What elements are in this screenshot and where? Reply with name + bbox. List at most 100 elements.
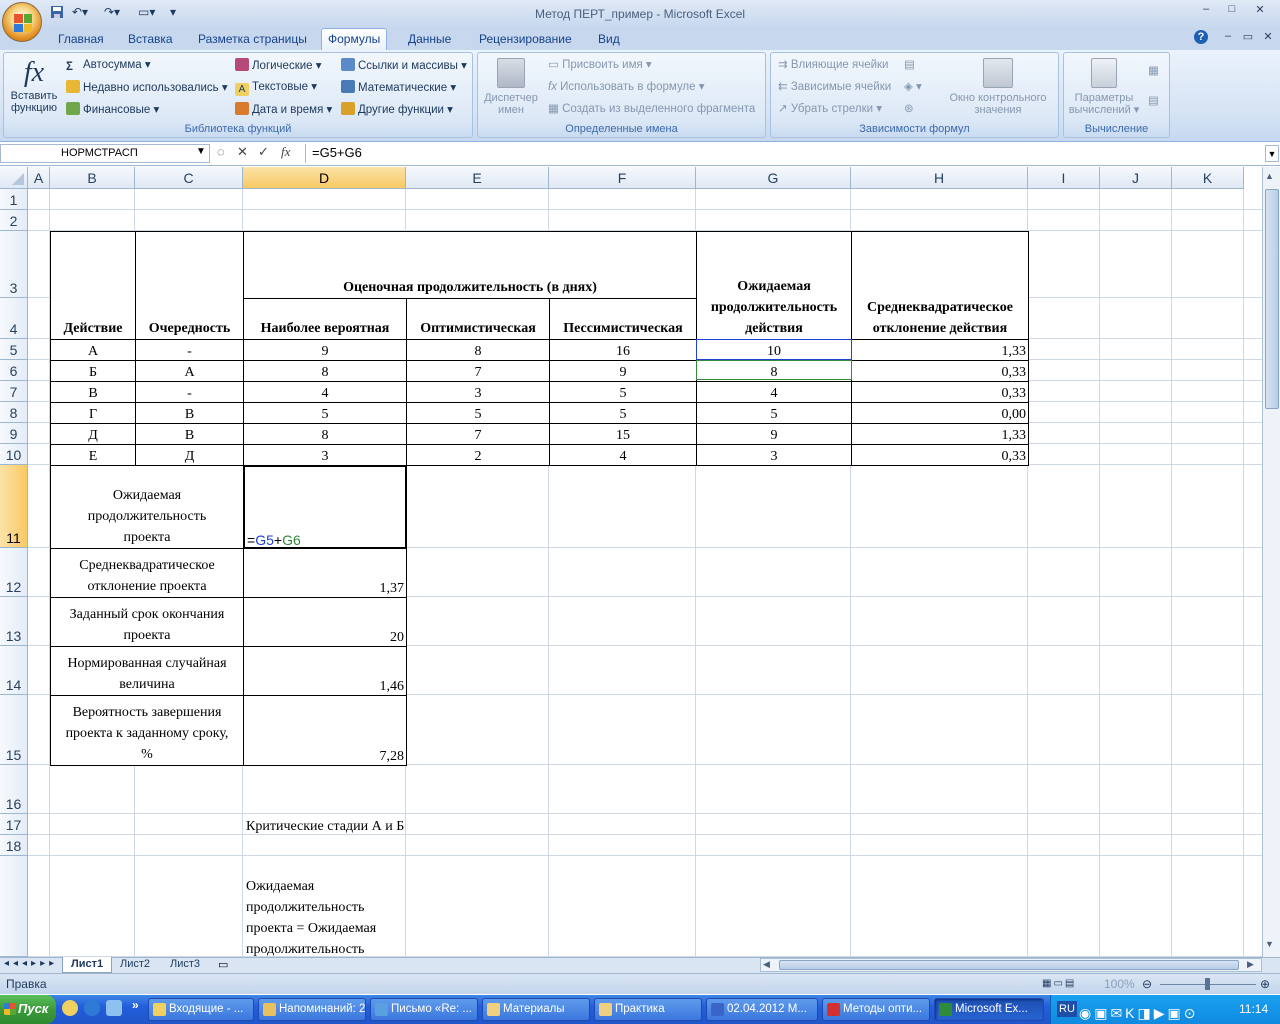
use-in-formula-button[interactable]: fx Использовать в формуле ▾ [548,80,705,94]
cell-optimistic[interactable]: 7 [406,423,550,445]
summary-label[interactable]: Заданный срок окончания проекта [50,597,244,647]
confirm-entry-icon[interactable]: ✓ [258,144,269,160]
header-order[interactable]: Очередность [135,231,244,340]
tab-page-layout[interactable]: Разметка страницы [192,30,313,50]
text-button[interactable]: A Текстовые ▾ [235,80,317,96]
summary-value[interactable]: 7,28 [243,695,407,766]
tab-view[interactable]: Вид [592,30,626,50]
cell-pessimistic[interactable]: 15 [549,423,697,445]
horizontal-scroll-thumb[interactable] [779,960,1239,970]
scroll-left-icon[interactable]: ◀ [763,959,770,970]
sheet-tab-2[interactable]: Лист2 [112,957,158,973]
summary-value[interactable]: 1,37 [243,548,407,598]
row-header-3[interactable]: 3 [0,231,28,298]
zoom-slider-thumb[interactable] [1205,978,1210,990]
row-header-16[interactable]: 16 [0,765,28,814]
insert-function-icon[interactable]: fx [281,144,290,160]
cell-action[interactable]: Д [50,423,136,445]
task-word-doc[interactable]: 02.04.2012 М... [706,998,818,1021]
cell-order[interactable]: - [135,381,244,403]
row-header-8[interactable]: 8 [0,402,28,423]
vertical-scrollbar[interactable]: ▲ ▼ [1262,167,1280,957]
row-header-14[interactable]: 14 [0,646,28,695]
task-materials[interactable]: Материалы [482,998,590,1021]
calculation-options-button[interactable]: Параметры вычислений ▾ [1066,56,1142,116]
cell-order[interactable]: В [135,423,244,445]
task-reminders[interactable]: Напоминаний: 2 [258,998,366,1021]
column-header-e[interactable]: E [406,167,549,189]
header-pessimistic[interactable]: Пессимистическая [549,298,697,340]
cell-order[interactable]: В [135,402,244,424]
row-header-17[interactable]: 17 [0,814,28,835]
sheet-tab-3[interactable]: Лист3 [162,957,208,973]
cell-expected[interactable]: 9 [696,423,852,445]
cell-pessimistic[interactable]: 5 [549,402,697,424]
define-name-button[interactable]: ▭ Присвоить имя ▾ [548,58,652,72]
watch-window-button[interactable]: Окно контрольного значения [940,56,1056,116]
create-from-selection-button[interactable]: ▦ Создать из выделенного фрагмента [548,102,755,116]
task-pdf[interactable]: Методы опти... [822,998,930,1021]
trace-precedents-button[interactable]: ⇉ Влияющие ячейки [778,58,888,72]
cell-action[interactable]: А [50,339,136,361]
scroll-right-icon[interactable]: ▶ [1247,959,1254,970]
expand-formula-bar-icon[interactable]: ▼ [1265,145,1279,162]
cell-likely[interactable]: 3 [243,444,407,466]
start-button[interactable]: Пуск [0,995,56,1024]
scroll-down-icon[interactable]: ▼ [1265,939,1274,949]
zoom-level[interactable]: 100% [1104,974,1135,994]
error-checking-icon[interactable]: ◈ ▾ [904,80,922,94]
cell-pessimistic[interactable]: 4 [549,444,697,466]
column-header-c[interactable]: C [135,167,243,189]
insert-function-button[interactable]: fx Вставить функцию [6,56,62,114]
cancel-icon[interactable]: ◌ [217,144,225,159]
row-header-2[interactable]: 2 [0,210,28,231]
trace-dependents-button[interactable]: ⇇ Зависимые ячейки [778,80,891,94]
cell-pessimistic[interactable]: 5 [549,381,697,403]
row-header-5[interactable]: 5 [0,339,28,360]
task-excel[interactable]: Microsoft Ex... [934,998,1044,1021]
tab-home[interactable]: Главная [52,30,110,50]
cell-likely[interactable]: 8 [243,360,407,382]
row-header-7[interactable]: 7 [0,381,28,402]
help-icon[interactable]: ? [1194,30,1208,44]
cell-std-deviation[interactable]: 0,33 [851,381,1029,403]
tray-icons[interactable]: ◉▣✉K◨▶▣⊙ [1079,999,1198,1024]
cell-optimistic[interactable]: 2 [406,444,550,466]
column-header-d[interactable]: D [243,167,406,189]
cell-order[interactable]: А [135,360,244,382]
ie-icon[interactable] [84,1000,100,1016]
header-std-deviation[interactable]: Среднеквадратическое отклонение действия [851,231,1029,340]
vertical-scroll-thumb[interactable] [1265,189,1279,409]
cell-std-deviation[interactable]: 0,00 [851,402,1029,424]
other-functions-button[interactable]: Другие функции ▾ [341,102,453,117]
cell-pessimistic[interactable]: 9 [549,360,697,382]
cell-optimistic[interactable]: 7 [406,360,550,382]
header-action[interactable]: Действие [50,231,136,340]
row-header-12[interactable]: 12 [0,548,28,597]
tab-insert[interactable]: Вставка [122,30,179,50]
name-box[interactable]: НОРМСТРАСП [0,144,210,163]
calculate-now-icon[interactable]: ▦ [1148,64,1159,78]
cell-std-deviation[interactable]: 0,33 [851,444,1029,466]
task-inbox[interactable]: Входящие - ... [148,998,254,1021]
row-header-15[interactable]: 15 [0,695,28,765]
header-expected-duration[interactable]: Ожидаемая продолжительность действия [696,231,852,340]
cell-likely[interactable]: 8 [243,423,407,445]
zoom-in-icon[interactable]: ⊕ [1260,974,1270,994]
evaluate-formula-icon[interactable]: ⊛ [904,102,914,116]
summary-value[interactable]: 20 [243,597,407,647]
show-formulas-icon[interactable]: ▤ [904,58,915,72]
row-header-19[interactable] [0,856,28,957]
select-all-button[interactable] [0,167,28,189]
cell-std-deviation[interactable]: 1,33 [851,339,1029,361]
tab-review[interactable]: Рецензирование [473,30,578,50]
workbook-close-button[interactable]: ✕ [1256,30,1280,44]
name-box-dropdown-icon[interactable]: ▼ [196,146,206,157]
summary-label[interactable]: Вероятность завершения проекта к заданном… [50,695,244,766]
note-critical-stages[interactable]: Критические стадии А и Б [243,814,543,835]
summary-value[interactable]: 1,46 [243,646,407,696]
cell-likely[interactable]: 5 [243,402,407,424]
row-header-4[interactable]: 4 [0,298,28,339]
summary-label[interactable]: Среднеквадратическое отклонение проекта [50,548,244,598]
summary-label[interactable]: Нормированная случайная величина [50,646,244,696]
